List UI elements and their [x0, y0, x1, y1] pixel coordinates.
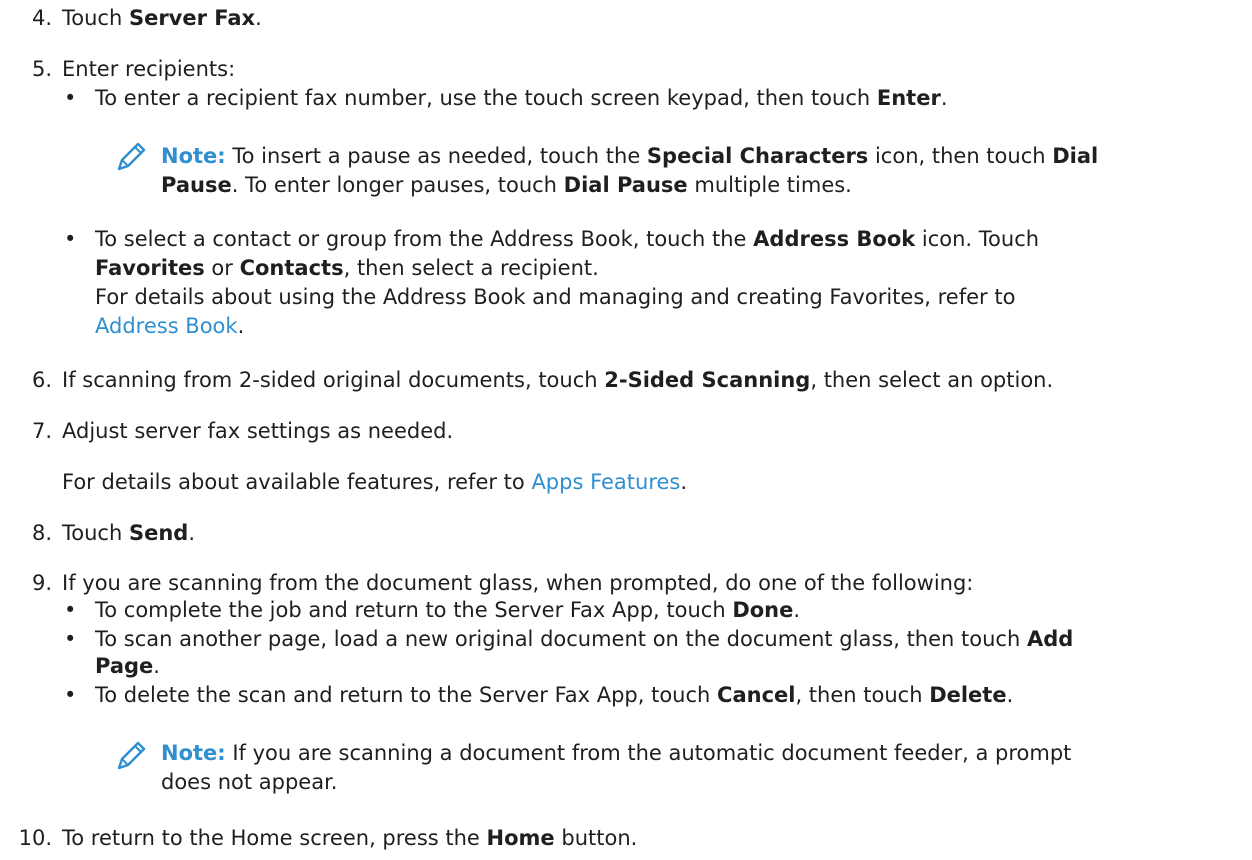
text-run: If scanning from 2-sided original docume… [62, 368, 605, 392]
bold-term: Server Fax [128, 6, 256, 30]
text-run: Adjust server fax settings as needed. [62, 419, 454, 443]
pencil-icon [117, 142, 146, 171]
text-run: Enter recipients: [62, 57, 236, 81]
text-run: icon, then touch [868, 144, 1053, 168]
text-run: . [680, 470, 688, 494]
text-run: To return to the Home screen, press the [62, 826, 487, 850]
step-5-bullet-address-book-line-2: Favorites or Contacts, then select a rec… [95, 254, 599, 283]
bold-term: 2-Sided Scanning [604, 368, 811, 392]
step-5-bullet-address-book-line-4: Address Book. [95, 312, 244, 341]
text-run: Touch [62, 6, 129, 30]
note-label: Note: [161, 741, 226, 765]
bullet: • [64, 627, 77, 651]
text-run: does not appear. [161, 770, 338, 794]
text-run: To enter a recipient fax number, use the… [95, 86, 877, 110]
cross-reference-link[interactable]: Apps Features [531, 470, 680, 494]
bullet: • [64, 86, 77, 110]
text-run: For details about using the Address Book… [95, 285, 1016, 309]
bold-term: Delete [929, 683, 1007, 707]
step-9-bullet-done: To complete the job and return to the Se… [95, 596, 800, 625]
step-number: 7. [31, 419, 52, 443]
step-9-text: If you are scanning from the document gl… [62, 569, 973, 598]
text-run: To select a contact or group from the Ad… [95, 227, 754, 251]
text-run: . [188, 521, 195, 545]
text-run: or [204, 256, 240, 280]
text-run: . [1006, 683, 1014, 707]
step-number: 4. [31, 6, 52, 30]
text-run: . [940, 86, 948, 110]
bullet: • [64, 683, 77, 707]
bold-term: Special Characters [646, 144, 869, 168]
step-5-text: Enter recipients: [62, 55, 235, 84]
pencil-icon [117, 741, 146, 770]
text-run: button. [554, 826, 638, 850]
bold-term: Send [128, 521, 189, 545]
text-run: If you are scanning from the document gl… [62, 571, 974, 595]
text-run: . [793, 598, 801, 622]
bold-term: Page [95, 654, 154, 678]
text-run: For details about available features, re… [62, 470, 532, 494]
cross-reference-link[interactable]: Address Book [95, 314, 238, 338]
bullet: • [64, 598, 77, 622]
text-run: . [255, 6, 262, 30]
step-5-bullet-address-book-line-1: To select a contact or group from the Ad… [95, 225, 1039, 254]
note-2-line-2: does not appear. [161, 768, 337, 797]
note-2-line-1: Note: If you are scanning a document fro… [161, 739, 1071, 768]
text-run: To delete the scan and return to the Ser… [95, 683, 718, 707]
text-run: . [237, 314, 245, 338]
note-label: Note: [161, 144, 226, 168]
step-number: 6. [31, 368, 52, 392]
bold-term: Pause [161, 173, 232, 197]
text-run: . To enter longer pauses, touch [231, 173, 564, 197]
text-run: Touch [62, 521, 129, 545]
bold-term: Dial Pause [563, 173, 688, 197]
step-5-bullet-fax-number: To enter a recipient fax number, use the… [95, 84, 948, 113]
step-4-text: Touch Server Fax. [62, 4, 262, 33]
text-run: , then select an option. [810, 368, 1054, 392]
step-8-text: Touch Send. [62, 519, 195, 548]
text-run: . [153, 654, 160, 678]
text-run: , then touch [795, 683, 930, 707]
step-6-text: If scanning from 2-sided original docume… [62, 366, 1053, 395]
text-run: , then select a recipient. [343, 256, 599, 280]
note-1-line-2: Pause. To enter longer pauses, touch Dia… [161, 171, 852, 200]
step-number: 9. [31, 571, 52, 595]
step-9-bullet-cancel: To delete the scan and return to the Ser… [95, 681, 1013, 710]
step-5-bullet-address-book-line-3: For details about using the Address Book… [95, 283, 1015, 312]
bold-term: Address Book [753, 227, 916, 251]
text-run: To insert a pause as needed, touch the [225, 144, 647, 168]
bullet: • [64, 227, 77, 251]
text-run: multiple times. [687, 173, 852, 197]
text-run: If you are scanning a document from the … [225, 741, 1072, 765]
note-1-line-1: Note: To insert a pause as needed, touch… [161, 142, 1098, 171]
step-10-text: To return to the Home screen, press the … [62, 824, 637, 853]
text-run: icon. Touch [915, 227, 1040, 251]
step-9-bullet-add-page-line-2: Page. [95, 652, 160, 681]
step-number: 10. [18, 826, 52, 850]
bold-term: Contacts [239, 256, 344, 280]
text-run: To scan another page, load a new origina… [95, 627, 1027, 651]
text-run: To complete the job and return to the Se… [95, 598, 733, 622]
bold-term: Add [1026, 627, 1074, 651]
step-7-detail: For details about available features, re… [62, 468, 687, 497]
bold-term: Favorites [95, 256, 205, 280]
step-7-text: Adjust server fax settings as needed. [62, 417, 453, 446]
bold-term: Dial [1052, 144, 1099, 168]
bold-term: Cancel [717, 683, 796, 707]
step-9-bullet-add-page-line-1: To scan another page, load a new origina… [95, 625, 1073, 654]
step-number: 8. [31, 521, 52, 545]
bold-term: Home [486, 826, 555, 850]
step-number: 5. [31, 57, 52, 81]
bold-term: Enter [876, 86, 941, 110]
bold-term: Done [732, 598, 794, 622]
